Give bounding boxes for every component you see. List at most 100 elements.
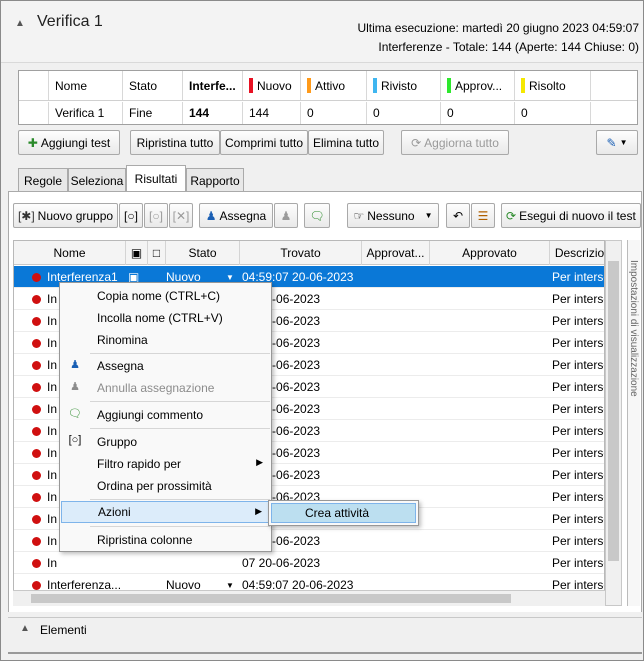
cell-name-text: In — [47, 468, 58, 482]
menu-item-assign[interactable]: ♟ Assegna — [61, 355, 271, 377]
status-dot-icon — [32, 580, 41, 590]
row-indicator-header — [19, 71, 49, 100]
cell-found-text: 07 20-06-2023 — [242, 556, 321, 570]
cell-description: Per interse — [552, 442, 604, 464]
col-header-interferenze[interactable]: Interfe... — [183, 71, 243, 100]
menu-item-create-task[interactable]: Crea attività — [271, 503, 416, 523]
tab-rapporto[interactable]: Rapporto — [186, 168, 244, 192]
group-selected-button[interactable]: [○] — [119, 203, 143, 228]
col-header-attivo-label: Attivo — [315, 78, 346, 93]
menu-item-reset-columns[interactable]: Ripristina colonne — [61, 529, 271, 551]
reset-status-button[interactable]: ↶ — [446, 203, 470, 228]
col-header-approvato[interactable]: Approv... — [441, 71, 515, 100]
cell-description-text: Per interse — [552, 424, 605, 438]
add-comment-button[interactable]: 🗨 — [304, 203, 330, 228]
cell-description-text: Per interse — [552, 380, 605, 394]
assign-label: Assegna — [219, 208, 267, 223]
vertical-scroll-thumb[interactable] — [608, 261, 619, 561]
menu-separator — [90, 499, 270, 500]
menu-item-quick-filter[interactable]: Filtro rapido per ▶ — [61, 453, 271, 475]
grid-col-approvato-da[interactable]: Approvat... — [362, 241, 430, 265]
reset-all-button[interactable]: Ripristina tutto — [130, 130, 220, 155]
status-dot-icon — [32, 426, 41, 436]
grid-col-comment[interactable]: □ — [148, 241, 166, 265]
cell-description-text: Per interse — [552, 556, 605, 570]
cell-status — [166, 552, 230, 574]
col-header-nome[interactable]: Nome — [49, 71, 123, 100]
grid-horizontal-scrollbar[interactable] — [13, 590, 605, 606]
cell-description: Per interse — [552, 486, 604, 508]
col-header-nuovo[interactable]: Nuovo — [243, 71, 301, 100]
cell-name-text: In — [47, 424, 58, 438]
cell-description-text: Per interse — [552, 270, 605, 284]
delete-all-button[interactable]: Elimina tutto — [308, 130, 384, 155]
ungroup-icon: [○] — [149, 208, 163, 223]
tab-risultati[interactable]: Risultati — [126, 165, 186, 192]
assign-button[interactable]: ♟ Assegna — [199, 203, 273, 228]
tab-regole[interactable]: Regole — [18, 168, 68, 192]
new-group-icon: [✱] — [17, 208, 35, 223]
cell-description: Per interse — [552, 310, 604, 332]
menu-item-paste-name[interactable]: Incolla nome (CTRL+V) — [61, 307, 271, 329]
status-dot-icon — [32, 492, 41, 502]
assign-menu-icon: ♟ — [70, 359, 80, 371]
cell-name-text: In — [47, 512, 58, 526]
cell-nuovo: 144 — [243, 102, 301, 124]
status-dot-icon — [32, 448, 41, 458]
test-title: Verifica 1 — [37, 13, 103, 30]
col-header-attivo[interactable]: Attivo — [301, 71, 367, 100]
bottom-divider — [8, 652, 642, 654]
add-test-label: Aggiungi test — [40, 135, 111, 150]
grid-col-trovato[interactable]: Trovato — [240, 241, 362, 265]
new-group-button[interactable]: [✱] Nuovo gruppo — [13, 203, 118, 228]
menu-separator — [90, 401, 270, 402]
elements-panel-bar[interactable]: ▲ Elementi — [8, 617, 642, 641]
cell-name-text: In — [47, 490, 58, 504]
grid-col-descrizione[interactable]: Descrizio — [550, 241, 604, 265]
cell-description: Per interse — [552, 332, 604, 354]
menu-separator — [90, 526, 270, 527]
grid-col-nome[interactable]: Nome — [14, 241, 126, 265]
col-header-rivisto-label: Rivisto — [381, 78, 418, 93]
menu-item-rename[interactable]: Rinomina — [61, 329, 271, 351]
add-test-button[interactable]: ✚ Aggiungi test — [18, 130, 120, 155]
menu-item-copy-name[interactable]: Copia nome (CTRL+C) — [61, 285, 271, 307]
grid-col-approvato[interactable]: Approvato — [430, 241, 550, 265]
cell-description: Per interse — [552, 530, 604, 552]
col-header-rivisto[interactable]: Rivisto — [367, 71, 441, 100]
cell-stato: Fine — [123, 102, 183, 124]
row-indicator — [19, 102, 49, 124]
cell-interferenze: 144 — [183, 102, 243, 124]
col-header-stato[interactable]: Stato — [123, 71, 183, 100]
filter-button[interactable]: ☰ — [471, 203, 495, 228]
grid-col-image[interactable]: ▣ — [126, 241, 148, 265]
display-settings-side-tab[interactable]: Impostazioni di visualizzazione — [627, 240, 640, 606]
add-comment-menu-icon: 🗨 — [68, 408, 82, 420]
menu-item-add-comment[interactable]: 🗨 Aggiungi commento — [61, 404, 271, 426]
expand-chevron-icon[interactable]: ▲ — [20, 623, 30, 634]
grid-vertical-scrollbar[interactable] — [605, 240, 622, 606]
compress-all-button[interactable]: Comprimi tutto — [220, 130, 308, 155]
menu-item-sort-proximity[interactable]: Ordina per prossimità — [61, 475, 271, 497]
rerun-test-button[interactable]: ⟳ Esegui di nuovo il test — [501, 203, 641, 228]
menu-item-actions[interactable]: Azioni ▶ — [61, 501, 271, 523]
status-dropdown[interactable]: ☞ Nessuno ▼ — [347, 203, 439, 228]
cell-name: In — [32, 552, 128, 574]
table-row[interactable]: In 07 20-06-2023 Per interse — [14, 552, 604, 574]
cell-name-text: In — [47, 380, 58, 394]
col-header-risolto[interactable]: Risolto — [515, 71, 591, 100]
cell-description-text: Per interse — [552, 402, 605, 416]
summary-table-row[interactable]: Verifica 1 Fine 144 144 0 0 0 0 — [19, 102, 637, 124]
tab-seleziona[interactable]: Seleziona — [68, 168, 126, 192]
menu-separator — [90, 353, 270, 354]
export-dropdown-button[interactable]: ✎ ▼ — [596, 130, 638, 155]
grid-col-stato[interactable]: Stato — [166, 241, 240, 265]
submenu-arrow-icon: ▶ — [256, 457, 263, 467]
tests-summary-table: Nome Stato Interfe... Nuovo Attivo Rivis… — [18, 70, 638, 125]
collapse-chevron-icon[interactable]: ▲ — [15, 18, 25, 29]
group-icon: [○] — [124, 208, 138, 223]
cell-description: Per interse — [552, 354, 604, 376]
menu-item-group[interactable]: [○] Gruppo — [61, 431, 271, 453]
status-dot-icon — [32, 316, 41, 326]
horizontal-scroll-thumb[interactable] — [31, 594, 511, 603]
